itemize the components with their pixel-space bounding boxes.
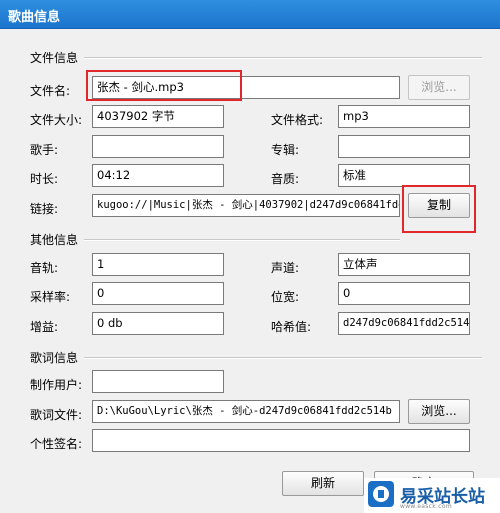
bit-width-field[interactable]: 0 xyxy=(338,282,470,305)
gain-field[interactable]: 0 db xyxy=(92,312,224,335)
highlight-box xyxy=(402,185,476,233)
duration-label: 时长: xyxy=(30,172,59,186)
file-size-field[interactable]: 4037902 字节 xyxy=(92,105,224,128)
section-file-info: 文件信息 xyxy=(30,51,79,65)
channel-label: 声道: xyxy=(271,261,300,275)
quality-field[interactable]: 标准 xyxy=(338,164,470,187)
window-title: 歌曲信息 xyxy=(8,10,61,25)
browse-button[interactable]: 浏览... xyxy=(408,75,470,100)
duration-field[interactable]: 04:12 xyxy=(92,164,224,187)
gain-label: 增益: xyxy=(30,320,59,334)
signature-label: 个性签名: xyxy=(30,437,83,451)
section-divider xyxy=(84,239,400,241)
section-other-info: 其他信息 xyxy=(30,233,79,247)
section-divider xyxy=(84,357,482,359)
bit-width-label: 位宽: xyxy=(271,290,300,304)
file-size-label: 文件大小: xyxy=(30,113,83,127)
title-bar: 歌曲信息 xyxy=(0,0,500,29)
track-label: 音轨: xyxy=(30,261,59,275)
watermark-url: www.easck.com xyxy=(400,503,452,510)
lyric-file-field[interactable]: D:\KuGou\Lyric\张杰 - 剑心-d247d9c06841fdd2c… xyxy=(92,400,400,423)
refresh-button[interactable]: 刷新 xyxy=(282,471,364,496)
watermark: 易采站长站 www.easck.com xyxy=(364,478,500,513)
sample-rate-field[interactable]: 0 xyxy=(92,282,224,305)
dialog-body: 文件信息 文件名: 张杰 - 剑心.mp3 浏览... 文件大小: 403790… xyxy=(6,29,494,513)
singer-label: 歌手: xyxy=(30,143,59,157)
track-field[interactable]: 1 xyxy=(92,253,224,276)
file-format-field[interactable]: mp3 xyxy=(338,105,470,128)
quality-label: 音质: xyxy=(271,172,300,186)
watermark-logo-icon xyxy=(368,481,394,507)
album-field[interactable] xyxy=(338,135,470,158)
section-divider xyxy=(84,57,482,59)
highlight-box xyxy=(86,70,242,101)
file-format-label: 文件格式: xyxy=(271,113,324,127)
hash-label: 哈希值: xyxy=(271,320,312,334)
link-label: 链接: xyxy=(30,202,59,216)
signature-field[interactable] xyxy=(92,429,470,452)
creator-label: 制作用户: xyxy=(30,378,83,392)
file-name-label: 文件名: xyxy=(30,84,71,98)
link-field[interactable]: kugoo://|Music|张杰 - 剑心|4037902|d247d9c06… xyxy=(92,194,400,217)
sample-rate-label: 采样率: xyxy=(30,290,71,304)
channel-field[interactable]: 立体声 xyxy=(338,253,470,276)
hash-field[interactable]: d247d9c06841fdd2c514 xyxy=(338,312,470,335)
section-lyrics-info: 歌词信息 xyxy=(30,351,79,365)
lyric-file-label: 歌词文件: xyxy=(30,408,83,422)
creator-field[interactable] xyxy=(92,370,224,393)
singer-field[interactable] xyxy=(92,135,224,158)
lyric-browse-button[interactable]: 浏览... xyxy=(408,399,470,424)
album-label: 专辑: xyxy=(271,143,300,157)
